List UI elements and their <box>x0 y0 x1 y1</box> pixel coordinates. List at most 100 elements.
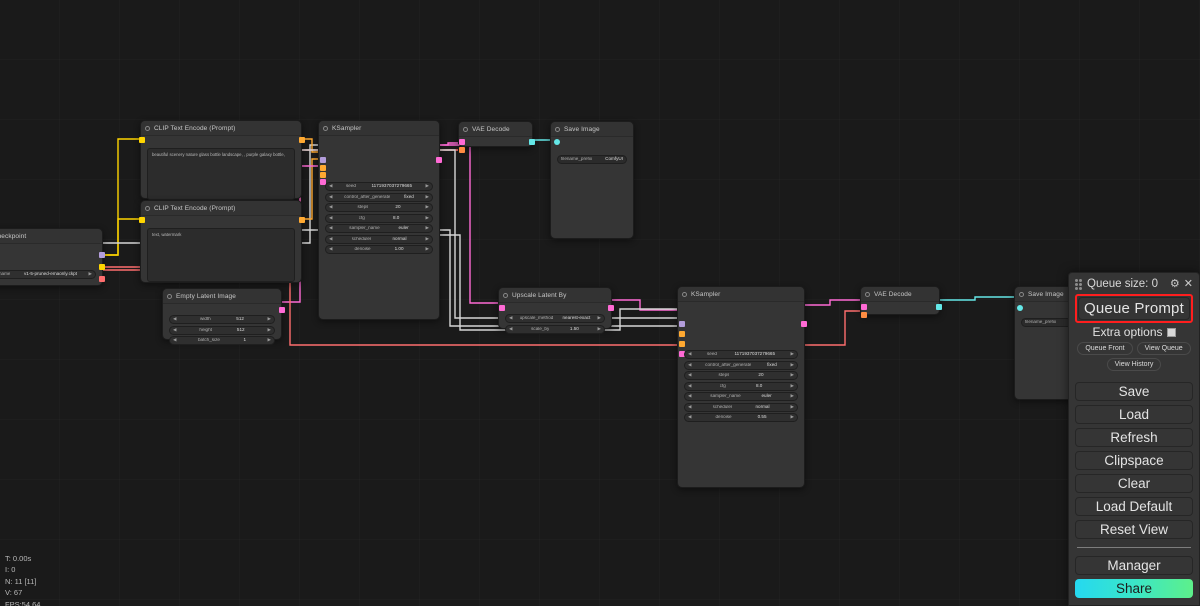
node-title-bar[interactable]: CLIP Text Encode (Prompt) <box>141 121 301 136</box>
gear-icon[interactable]: ⚙ <box>1170 278 1180 290</box>
widget-seed[interactable]: ◀ seed 1171937037279665 ▶ <box>684 350 798 359</box>
port-conditioning-out[interactable] <box>299 137 305 143</box>
widget-prev-arrow[interactable]: ◀ <box>329 247 332 252</box>
widget-scheduler[interactable]: ◀ scheduler normal ▶ <box>325 234 433 244</box>
widget-prev-arrow[interactable]: ◀ <box>329 215 332 221</box>
widget-prev-arrow[interactable]: ◀ <box>509 326 512 332</box>
widget-control_after_generate[interactable]: ◀ control_after_generate fixed ▶ <box>684 360 798 370</box>
widget-prev-arrow[interactable]: ◀ <box>688 362 691 368</box>
port-model-out[interactable] <box>99 252 105 258</box>
port-positive-in[interactable] <box>320 165 326 171</box>
collapse-icon[interactable] <box>503 292 508 298</box>
node-empty-latent-image[interactable]: Empty Latent Image ◀ width 512 ▶ ◀ heigh… <box>162 288 285 345</box>
port-latent-out[interactable] <box>279 307 285 313</box>
collapse-icon[interactable] <box>167 293 172 299</box>
collapse-icon[interactable] <box>682 291 687 297</box>
port-negative-in[interactable] <box>679 341 685 347</box>
port-clip-in[interactable] <box>139 217 145 223</box>
node-title-bar[interactable]: KSampler <box>319 121 439 136</box>
widget-width[interactable]: ◀ width 512 ▶ <box>169 315 275 324</box>
widget-steps[interactable]: ◀ steps 20 ▶ <box>325 203 433 212</box>
port-clip-in[interactable] <box>139 137 145 143</box>
widget-next-arrow[interactable]: ▶ <box>268 327 271 333</box>
collapse-icon[interactable] <box>323 125 328 131</box>
widget-next-arrow[interactable]: ▶ <box>791 362 794 368</box>
widget-prev-arrow[interactable]: ◀ <box>173 327 176 333</box>
port-image-out[interactable] <box>936 304 942 310</box>
port-positive-in[interactable] <box>679 331 685 337</box>
widget-prev-arrow[interactable]: ◀ <box>329 205 332 210</box>
widget-prev-arrow[interactable]: ◀ <box>329 236 332 242</box>
node-ksampler-1[interactable]: KSampler ◀ seed 1171937037279665 ▶ ◀ con… <box>318 120 442 320</box>
port-image-out[interactable] <box>529 139 535 145</box>
node-title-bar[interactable]: Save Image <box>551 122 633 137</box>
port-negative-in[interactable] <box>320 172 326 178</box>
node-clip-text-encode-negative[interactable]: CLIP Text Encode (Prompt) text, watermar… <box>139 200 305 283</box>
node-load-checkpoint[interactable]: Load Checkpoint ◀ ckpt_name v1-5-pruned-… <box>0 228 105 286</box>
node-title-bar[interactable]: VAE Decode <box>861 287 939 302</box>
widget-prev-arrow[interactable]: ◀ <box>688 373 691 378</box>
refresh-button[interactable]: Refresh <box>1075 428 1193 447</box>
node-title-bar[interactable]: CLIP Text Encode (Prompt) <box>141 201 301 216</box>
menu-header[interactable]: Queue size: 0 ⚙ ✕ <box>1075 273 1193 293</box>
port-vae-in[interactable] <box>861 312 867 318</box>
widget-ckpt_name[interactable]: ◀ ckpt_name v1-5-pruned-emaonly.ckpt ▶ <box>0 270 96 279</box>
port-images-in[interactable] <box>554 139 560 145</box>
widget-next-arrow[interactable]: ▶ <box>598 316 601 321</box>
port-vae-in[interactable] <box>459 147 465 153</box>
save-button[interactable]: Save <box>1075 382 1193 401</box>
widget-next-arrow[interactable]: ▶ <box>791 373 794 378</box>
collapse-icon[interactable] <box>145 205 150 211</box>
clear-button[interactable]: Clear <box>1075 474 1193 493</box>
widget-prev-arrow[interactable]: ◀ <box>688 394 691 399</box>
widget-prev-arrow[interactable]: ◀ <box>329 194 332 200</box>
widget-next-arrow[interactable]: ▶ <box>89 272 92 277</box>
collapse-icon[interactable] <box>555 126 560 132</box>
widget-next-arrow[interactable]: ▶ <box>268 317 271 322</box>
share-button[interactable]: Share <box>1075 579 1193 598</box>
widget-scheduler[interactable]: ◀ scheduler normal ▶ <box>684 402 798 412</box>
widget-next-arrow[interactable]: ▶ <box>791 394 794 399</box>
widget-next-arrow[interactable]: ▶ <box>791 352 794 357</box>
widget-next-arrow[interactable]: ▶ <box>426 226 429 231</box>
widget-next-arrow[interactable]: ▶ <box>426 194 429 200</box>
widget-denoise[interactable]: ◀ denoise 1.00 ▶ <box>325 245 433 254</box>
node-title-bar[interactable]: KSampler <box>678 287 804 302</box>
widget-sampler_name[interactable]: ◀ sampler_name euler ▶ <box>325 224 433 233</box>
queue-prompt-button[interactable]: Queue Prompt <box>1078 297 1190 320</box>
widget-height[interactable]: ◀ height 512 ▶ <box>169 325 275 335</box>
port-latent-out[interactable] <box>436 157 442 163</box>
port-conditioning-out[interactable] <box>299 217 305 223</box>
widget-control_after_generate[interactable]: ◀ control_after_generate fixed ▶ <box>325 192 433 202</box>
port-images-in[interactable] <box>1017 305 1023 311</box>
collapse-icon[interactable] <box>865 291 870 297</box>
widget-upscale_method[interactable]: ◀ upscale_method nearest-exact ▶ <box>505 314 605 323</box>
reset-view-button[interactable]: Reset View <box>1075 520 1193 539</box>
prompt-textarea[interactable]: text, watermark <box>147 228 295 282</box>
collapse-icon[interactable] <box>145 125 150 131</box>
port-samples-in[interactable] <box>861 304 867 310</box>
widget-next-arrow[interactable]: ▶ <box>598 326 601 332</box>
load-button[interactable]: Load <box>1075 405 1193 424</box>
node-title-bar[interactable]: Upscale Latent By <box>499 288 611 303</box>
widget-next-arrow[interactable]: ▶ <box>426 184 429 189</box>
widget-next-arrow[interactable]: ▶ <box>791 383 794 389</box>
widget-prev-arrow[interactable]: ◀ <box>688 415 691 420</box>
widget-next-arrow[interactable]: ▶ <box>426 247 429 252</box>
port-samples-in[interactable] <box>459 139 465 145</box>
widget-next-arrow[interactable]: ▶ <box>791 415 794 420</box>
prompt-textarea[interactable]: beautiful scenery nature glass bottle la… <box>147 148 295 200</box>
widget-prev-arrow[interactable]: ◀ <box>173 338 176 343</box>
widget-scale_by[interactable]: ◀ scale_by 1.50 ▶ <box>505 324 605 334</box>
widget-prev-arrow[interactable]: ◀ <box>173 317 176 322</box>
node-ksampler-2[interactable]: KSampler ◀ seed 1171937037279665 ▶ ◀ con… <box>677 286 807 488</box>
close-icon[interactable]: ✕ <box>1184 278 1193 290</box>
widget-next-arrow[interactable]: ▶ <box>268 338 271 343</box>
widget-cfg[interactable]: ◀ cfg 8.0 ▶ <box>325 213 433 223</box>
clipspace-button[interactable]: Clipspace <box>1075 451 1193 470</box>
node-clip-text-encode-positive[interactable]: CLIP Text Encode (Prompt) beautiful scen… <box>139 120 305 200</box>
widget-steps[interactable]: ◀ steps 20 ▶ <box>684 371 798 380</box>
port-latent-out[interactable] <box>608 305 614 311</box>
widget-sampler_name[interactable]: ◀ sampler_name euler ▶ <box>684 392 798 401</box>
widget-filename_prefix[interactable]: filename_prefix ComfyUI <box>557 155 627 164</box>
